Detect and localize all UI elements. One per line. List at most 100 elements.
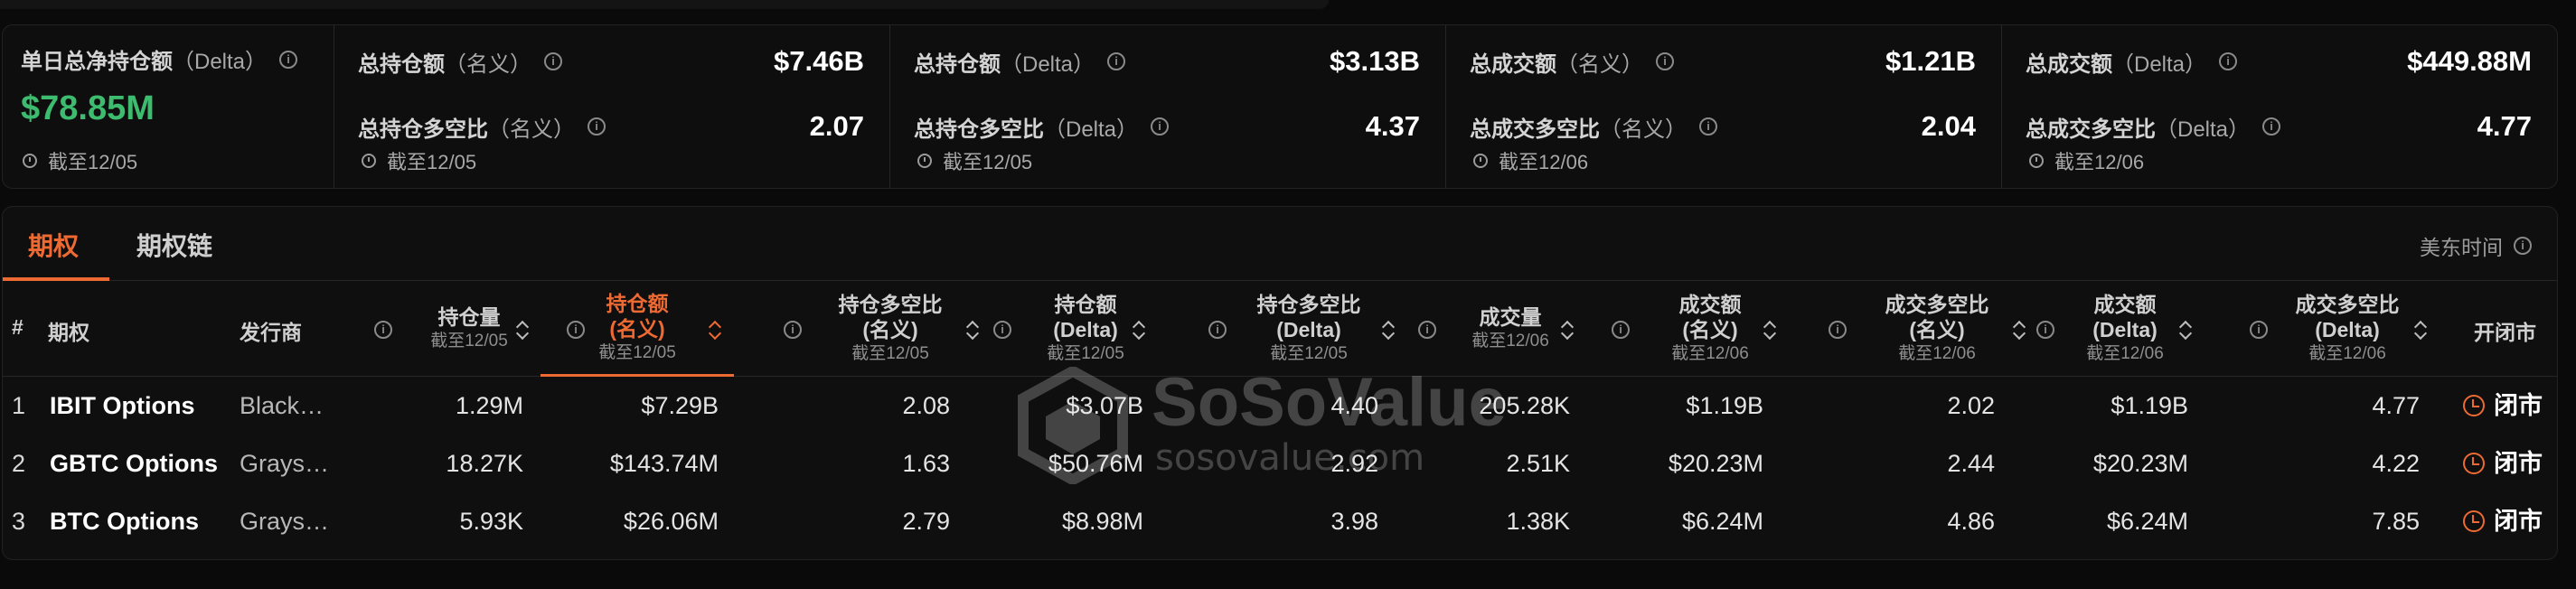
stat-value: $1.21B — [1885, 45, 1976, 77]
market-clock-icon — [2463, 395, 2485, 416]
cell-option-name[interactable]: IBIT Options — [50, 377, 194, 435]
info-icon[interactable]: i — [279, 50, 298, 69]
col-title-sub: (Delta) — [1053, 318, 1118, 341]
info-icon[interactable]: i — [784, 321, 802, 339]
sort-icon[interactable] — [2179, 321, 2192, 339]
info-icon[interactable]: i — [374, 321, 392, 339]
clock-icon — [362, 154, 376, 168]
sort-icon[interactable] — [1133, 321, 1145, 339]
col-title-sub: (名义) — [1682, 318, 1738, 341]
sort-icon[interactable] — [1561, 321, 1574, 339]
asof-date: 截至12/06 — [2029, 146, 2144, 175]
cell-vol-ratio-delta: 4.22 — [2372, 450, 2420, 477]
col-oi-ratio-delta[interactable]: 持仓多空比 (Delta) 截至12/05 — [1221, 281, 1396, 377]
stat-label: 单日总净持仓额 （Delta） i — [21, 43, 334, 75]
cell-volume: 205.28K — [1479, 392, 1570, 419]
cell-oi-delta: $50.76M — [1048, 450, 1143, 477]
cell-oi-ratio-delta: 3.98 — [1330, 508, 1378, 535]
table-row[interactable]: 2 GBTC Options Grays… 18.27K $143.74M 1.… — [3, 435, 2557, 492]
stat-label-paren: （名义） — [1600, 117, 1687, 142]
info-icon[interactable]: i — [2219, 52, 2238, 70]
col-title: 成交量 — [1479, 305, 1542, 329]
col-vol-ratio-notional[interactable]: 成交多空比 (名义) 截至12/06 — [1847, 281, 2027, 377]
tab-option-chain[interactable]: 期权链 — [136, 227, 212, 263]
cell-oi-notional: $26.06M — [623, 508, 719, 535]
cell-volume: 1.38K — [1506, 508, 1570, 535]
info-icon[interactable]: i — [2514, 237, 2532, 255]
table-row[interactable]: 1 IBIT Options Black… 1.29M $7.29B 2.08 … — [3, 377, 2557, 435]
info-icon[interactable]: i — [1612, 321, 1630, 339]
cell-index: 1 — [12, 392, 26, 419]
table-row[interactable]: 3 BTC Options Grays… 5.93K $26.06M 2.79 … — [3, 492, 2557, 550]
info-icon[interactable]: i — [1656, 52, 1674, 70]
col-sub: 截至12/06 — [1471, 332, 1549, 351]
info-icon[interactable]: i — [2250, 321, 2268, 339]
col-sub: 截至12/06 — [1671, 344, 1749, 363]
col-vol-notional[interactable]: 成交额 (名义) 截至12/06 — [1642, 281, 1778, 377]
cell-option-name[interactable]: GBTC Options — [50, 435, 218, 492]
col-oi-ratio-notional[interactable]: 持仓多空比 (名义) 截至12/05 — [800, 281, 981, 377]
col-index: # — [12, 315, 24, 339]
col-sub: 截至12/05 — [1047, 344, 1124, 363]
sort-icon[interactable] — [1382, 321, 1395, 339]
stat-value: $3.13B — [1330, 45, 1420, 77]
cell-vol-delta: $20.23M — [2092, 450, 2188, 477]
market-status-text: 闭市 — [2494, 450, 2543, 477]
sort-icon[interactable] — [1763, 321, 1776, 339]
col-oi-volume[interactable]: 持仓量 截至12/05 — [408, 281, 531, 377]
col-sub: 截至12/05 — [851, 344, 929, 363]
stat-row: 总成交多空比 （Delta） i 4.77 — [2026, 107, 2532, 146]
info-icon[interactable]: i — [2036, 321, 2054, 339]
col-title: 成交多空比 — [1885, 293, 1989, 316]
stat-card-vol-delta: 总成交额 （Delta） i $449.88M 总成交多空比 （Delta） i 4.7… — [2002, 25, 2557, 188]
info-icon[interactable]: i — [993, 321, 1011, 339]
stat-label-paren: （名义） — [1556, 51, 1643, 77]
cell-market-status: 闭市 — [2463, 492, 2543, 550]
table-body: 1 IBIT Options Black… 1.29M $7.29B 2.08 … — [3, 377, 2557, 550]
cell-vol-ratio-notional: 4.86 — [1947, 508, 1995, 535]
asof-date: 截至12/05 — [917, 146, 1032, 175]
sort-icon[interactable] — [516, 321, 529, 339]
stats-bar: 单日总净持仓额 （Delta） i $78.85M 截至12/05 总持仓额 （名义… — [2, 24, 2558, 189]
cell-market-status: 闭市 — [2463, 435, 2543, 492]
clock-icon — [2029, 154, 2044, 168]
cell-oi-ratio-delta: 2.92 — [1330, 450, 1378, 477]
clock-icon — [917, 154, 932, 168]
sort-icon[interactable] — [709, 321, 721, 339]
sort-icon[interactable] — [2414, 321, 2427, 339]
cell-oi-ratio-notional: 1.63 — [902, 450, 950, 477]
market-status-text: 闭市 — [2494, 392, 2543, 419]
cell-market-status: 闭市 — [2463, 377, 2543, 435]
col-sub: 截至12/06 — [2086, 344, 2164, 363]
col-vol-ratio-delta[interactable]: 成交多空比 (Delta) 截至12/06 — [2266, 281, 2429, 377]
col-oi-notional[interactable]: 持仓额 (名义) 截至12/05 — [541, 281, 734, 377]
col-oi-delta[interactable]: 持仓额 (Delta) 截至12/05 — [1024, 281, 1147, 377]
stat-label-text: 总成交额 — [1470, 51, 1556, 77]
cell-vol-ratio-delta: 7.85 — [2372, 508, 2420, 535]
stat-label-paren: （Delta） — [173, 50, 268, 74]
stat-label-paren: （名义） — [488, 117, 575, 142]
stat-label-text: 总成交多空比 — [1470, 117, 1600, 142]
market-clock-icon — [2463, 510, 2485, 532]
info-icon[interactable]: i — [1699, 117, 1717, 136]
info-icon[interactable]: i — [544, 52, 562, 70]
info-icon[interactable]: i — [1829, 321, 1847, 339]
stat-label-text: 总成交额 — [2026, 51, 2112, 77]
info-icon[interactable]: i — [588, 117, 606, 136]
info-icon[interactable]: i — [1107, 52, 1126, 70]
tab-options[interactable]: 期权 — [28, 227, 79, 263]
col-title: 成交额 — [1678, 293, 1742, 316]
info-icon[interactable]: i — [1418, 321, 1436, 339]
cell-option-name[interactable]: BTC Options — [50, 492, 199, 550]
col-issuer: 发行商 — [240, 321, 302, 344]
asof-text: 截至12/05 — [943, 151, 1033, 173]
stat-label-paren: （Delta） — [2156, 117, 2251, 142]
sort-icon[interactable] — [2013, 321, 2026, 339]
stat-label-text: 总持仓额 — [914, 51, 1001, 77]
col-vol-delta[interactable]: 成交额 (Delta) 截至12/06 — [2056, 281, 2194, 377]
col-volume[interactable]: 成交量 截至12/06 — [1445, 281, 1575, 377]
sort-icon[interactable] — [966, 321, 979, 339]
info-icon[interactable]: i — [2262, 117, 2281, 136]
daily-net-value: $78.85M — [21, 89, 155, 127]
info-icon[interactable]: i — [1151, 117, 1170, 136]
